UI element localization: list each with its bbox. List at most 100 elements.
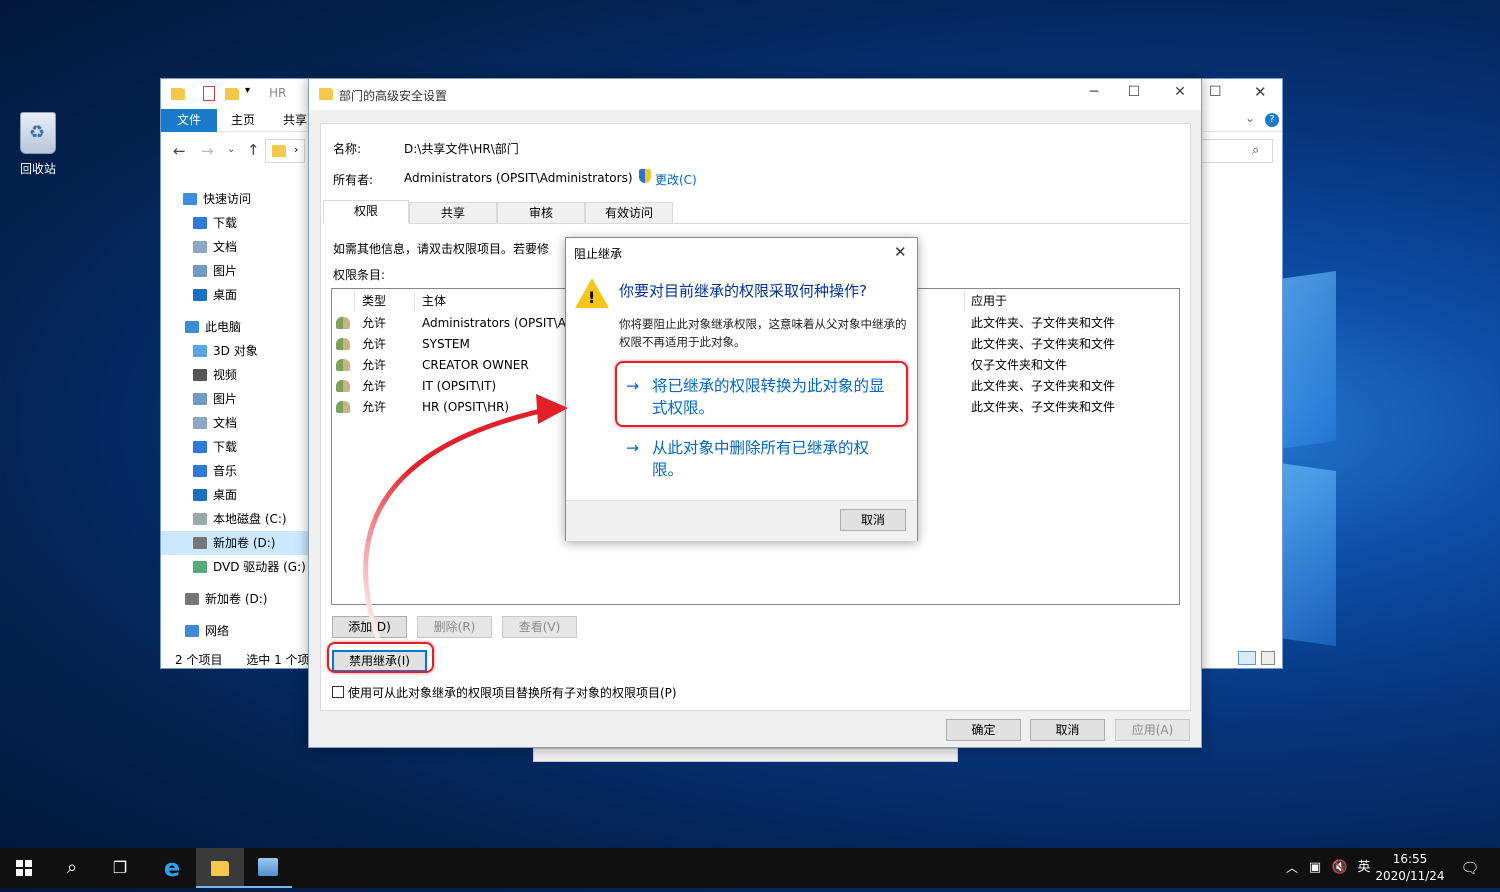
volume-muted-icon[interactable]: 🔇 (1330, 848, 1350, 888)
ribbon-tab-home[interactable]: 主页 (231, 109, 255, 132)
owner-value: Administrators (OPSIT\Administrators) (404, 171, 633, 185)
back-icon[interactable]: ← (173, 142, 186, 160)
clock[interactable]: 16:55 2020/11/24 (1374, 851, 1446, 885)
large-icons-view-icon[interactable] (1261, 651, 1275, 665)
nav-item[interactable]: 此电脑 (161, 315, 309, 339)
tab-share[interactable]: 共享 (409, 202, 497, 224)
chevron-right-icon: › (294, 143, 299, 156)
search-button[interactable]: ⌕ (48, 848, 96, 888)
nav-item[interactable]: 下载 (161, 435, 309, 459)
owner-label: 所有者: (333, 173, 374, 187)
cancel-button[interactable]: 取消 (1030, 719, 1105, 741)
recycle-bin[interactable]: 回收站 (10, 108, 66, 177)
folder-icon[interactable] (225, 88, 239, 100)
apply-button[interactable]: 应用(A) (1115, 719, 1190, 741)
maximize-icon[interactable]: ☐ (1119, 84, 1149, 104)
cube-icon (193, 345, 207, 357)
close-icon[interactable]: ✕ (894, 243, 907, 261)
explorer-status-bar: 2 个项目 选中 1 个项 (175, 651, 310, 668)
server-manager-taskbar-button[interactable] (244, 848, 292, 888)
music-icon (193, 465, 207, 477)
nav-item[interactable]: 新加卷 (D:) (161, 587, 309, 611)
folder-icon (171, 88, 185, 100)
document-icon (193, 241, 207, 253)
tab-permissions[interactable]: 权限 (323, 200, 409, 224)
server-manager-icon (258, 858, 278, 876)
address-field[interactable]: › (265, 139, 305, 163)
background-dialog-edge (533, 748, 958, 762)
users-icon (336, 359, 350, 371)
star-icon (183, 193, 197, 205)
nav-item[interactable]: 文档 (161, 235, 309, 259)
close-icon[interactable]: ✕ (1254, 83, 1267, 101)
uac-shield-icon (639, 169, 651, 183)
replace-child-permissions-checkbox[interactable] (332, 686, 344, 698)
download-icon (193, 441, 207, 453)
nav-item[interactable]: 视频 (161, 363, 309, 387)
chevron-down-icon[interactable]: ⌄ (1245, 111, 1255, 125)
computer-icon (185, 321, 199, 333)
entries-label: 权限条目: (333, 268, 386, 282)
explorer-taskbar-button[interactable] (196, 848, 244, 888)
start-button[interactable] (0, 848, 48, 888)
nav-item[interactable]: 桌面 (161, 283, 309, 307)
ribbon-tab-share[interactable]: 共享 (283, 109, 307, 132)
dvd-icon (193, 561, 207, 573)
help-icon[interactable]: ? (1265, 113, 1279, 127)
column-applies-to[interactable]: 应用于 (971, 289, 1007, 313)
nav-item[interactable]: 3D 对象 (161, 339, 309, 363)
nav-item[interactable]: 文档 (161, 411, 309, 435)
column-principal[interactable]: 主体 (422, 289, 446, 313)
nav-item[interactable]: 音乐 (161, 459, 309, 483)
popup-title: 阻止继承 (574, 247, 623, 261)
nav-item[interactable]: 快速访问 (161, 187, 309, 211)
users-icon (336, 338, 350, 350)
nav-item[interactable]: 下载 (161, 211, 309, 235)
popup-question: 你要对目前继承的权限采取何种操作? (619, 282, 867, 300)
network-icon (185, 625, 199, 637)
task-view-button[interactable]: ❐ (96, 848, 144, 888)
folder-icon (272, 145, 286, 157)
close-icon[interactable]: ✕ (1165, 84, 1195, 104)
nav-item[interactable]: 图片 (161, 259, 309, 283)
drive-icon (193, 537, 207, 549)
nav-item[interactable]: 本地磁盘 (C:) (161, 507, 309, 531)
warning-exclamation: ! (588, 288, 596, 307)
forward-icon[interactable]: → (201, 142, 214, 160)
ie-taskbar-button[interactable]: e (148, 848, 196, 888)
remove-inherited-command[interactable]: → 从此对象中删除所有已继承的权 限。 (626, 437, 902, 481)
notification-icon[interactable]: 🗨 (1452, 848, 1488, 888)
ribbon-tab-file[interactable]: 文件 (161, 109, 217, 132)
recycle-bin-icon (20, 112, 56, 154)
replace-child-permissions-label: 使用可从此对象继承的权限项目替换所有子对象的权限项目(P) (348, 686, 677, 700)
popup-cancel-button[interactable]: 取消 (840, 509, 906, 531)
nav-item[interactable]: DVD 驱动器 (G:) S (161, 555, 317, 579)
selected-count: 选中 1 个项 (246, 653, 310, 667)
clock-date: 2020/11/24 (1375, 869, 1445, 883)
dropdown-icon[interactable]: ▾ (245, 85, 250, 96)
search-input[interactable]: ⌕ (1201, 139, 1273, 163)
up-icon[interactable]: ↑ (247, 141, 260, 159)
show-hidden-icons-icon[interactable]: ︿ (1283, 848, 1301, 888)
network-icon[interactable]: ▣ (1305, 848, 1325, 888)
item-count: 2 个项目 (175, 653, 223, 667)
internet-explorer-icon: e (163, 854, 181, 882)
change-owner-link[interactable]: 更改(C) (655, 171, 697, 188)
desktop-icon (193, 289, 207, 301)
ok-button[interactable]: 确定 (946, 719, 1021, 741)
document-icon (193, 417, 207, 429)
drive-icon (193, 513, 207, 525)
nav-item[interactable]: 桌面 (161, 483, 309, 507)
tab-effective-access[interactable]: 有效访问 (585, 202, 673, 224)
nav-item-selected[interactable]: 新加卷 (D:) (161, 531, 309, 555)
checklist-icon[interactable] (203, 86, 215, 101)
column-type[interactable]: 类型 (362, 289, 386, 313)
minimize-icon[interactable]: ─ (1079, 84, 1109, 104)
maximize-icon[interactable]: ☐ (1209, 84, 1222, 100)
nav-item[interactable]: 网络 (161, 619, 309, 643)
recent-dropdown-icon[interactable]: ⌄ (227, 144, 235, 155)
ime-indicator[interactable]: 英 (1354, 848, 1374, 888)
details-view-icon[interactable] (1238, 651, 1256, 665)
tab-audit[interactable]: 审核 (497, 202, 585, 224)
nav-item[interactable]: 图片 (161, 387, 309, 411)
